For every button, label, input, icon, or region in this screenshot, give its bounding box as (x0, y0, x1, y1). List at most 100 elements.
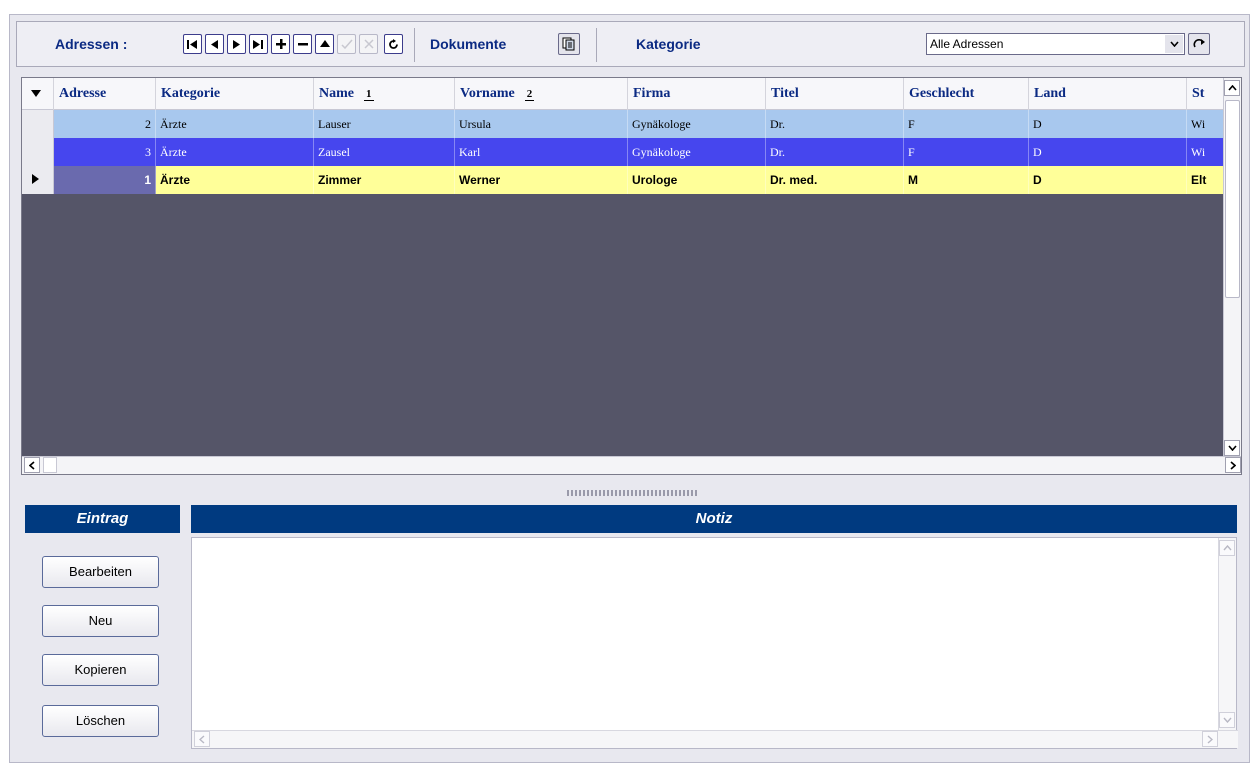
bearbeiten-button[interactable]: Bearbeiten (42, 556, 159, 588)
scroll-right-button[interactable] (1225, 457, 1241, 473)
post-button[interactable] (337, 34, 356, 54)
cell-land[interactable]: D (1029, 110, 1187, 138)
column-header-vorname-label: Vorname (460, 86, 515, 101)
cell-kategorie[interactable]: Ärzte (156, 138, 314, 166)
vertical-scroll-thumb[interactable] (1225, 100, 1240, 298)
previous-record-icon (211, 39, 218, 49)
cell-vorname[interactable]: Ursula (455, 110, 628, 138)
notiz-scroll-left-button[interactable] (194, 731, 210, 747)
loeschen-button[interactable]: Löschen (42, 705, 159, 737)
notiz-scroll-up-button[interactable] (1219, 540, 1235, 556)
cell-vorname[interactable]: Werner (455, 166, 628, 194)
last-record-button[interactable] (249, 34, 268, 54)
row-indicator[interactable] (22, 138, 54, 166)
eintrag-panel-title: Eintrag (25, 505, 180, 533)
refresh-icon (389, 38, 398, 49)
cell-firma[interactable]: Gynäkologe (628, 110, 766, 138)
cell-adresse[interactable]: 3 (54, 138, 156, 166)
cell-kategorie[interactable]: Ärzte (156, 110, 314, 138)
address-grid: Adresse Kategorie Name 1 Vorname 2 Firma T… (21, 77, 1242, 475)
post-icon (340, 39, 353, 49)
first-record-icon (187, 39, 197, 49)
scroll-down-button[interactable] (1224, 440, 1240, 456)
cell-name[interactable]: Lauser (314, 110, 455, 138)
column-header-land[interactable]: Land (1029, 78, 1187, 110)
notiz-scroll-down-button[interactable] (1219, 712, 1235, 728)
refresh-button[interactable] (384, 34, 403, 54)
column-menu-button[interactable] (22, 78, 54, 110)
cell-land[interactable]: D (1029, 138, 1187, 166)
current-row-pointer-icon (32, 174, 39, 184)
cell-strasse[interactable]: Elt (1187, 166, 1224, 194)
cell-strasse[interactable]: Wi (1187, 110, 1224, 138)
cell-adresse[interactable]: 2 (54, 110, 156, 138)
edit-record-button[interactable] (315, 34, 334, 54)
next-record-icon (233, 39, 240, 49)
delete-record-icon (297, 43, 308, 46)
delete-record-button[interactable] (293, 34, 312, 54)
toolbar: Adressen : Dokumente Kategorie Alle Adre… (16, 21, 1245, 67)
triangle-down-icon (31, 90, 41, 97)
row-indicator[interactable] (22, 110, 54, 138)
cell-kategorie[interactable]: Ärzte (156, 166, 314, 194)
kategorie-dropdown-button[interactable] (1165, 35, 1183, 53)
kategorie-label: Kategorie (636, 36, 701, 52)
column-header-geschlecht[interactable]: Geschlecht (904, 78, 1029, 110)
add-record-button[interactable] (271, 34, 290, 54)
notiz-text (192, 538, 1236, 546)
column-header-vorname[interactable]: Vorname 2 (455, 78, 628, 110)
cell-vorname[interactable]: Karl (455, 138, 628, 166)
app-window: Adressen : Dokumente Kategorie Alle Adre… (9, 14, 1250, 763)
column-header-strasse[interactable]: St (1187, 78, 1224, 110)
grid-horizontal-scrollbar[interactable] (22, 456, 1241, 474)
notiz-textarea[interactable] (191, 537, 1238, 749)
kopieren-button[interactable]: Kopieren (42, 654, 159, 686)
cell-geschlecht[interactable]: F (904, 138, 1029, 166)
cell-titel[interactable]: Dr. med. (766, 166, 904, 194)
documents-button[interactable] (558, 33, 580, 55)
table-row[interactable]: 2 Ärzte Lauser Ursula Gynäkologe Dr. F D… (22, 110, 1224, 138)
horizontal-scroll-thumb[interactable] (43, 457, 57, 473)
cell-geschlecht[interactable]: M (904, 166, 1029, 194)
cell-strasse[interactable]: Wi (1187, 138, 1224, 166)
grid-vertical-scrollbar[interactable] (1223, 78, 1241, 458)
notiz-horizontal-scrollbar[interactable] (192, 730, 1238, 748)
column-header-kategorie[interactable]: Kategorie (156, 78, 314, 110)
refresh-category-button[interactable] (1188, 33, 1210, 55)
scroll-up-button[interactable] (1224, 80, 1240, 96)
neu-button[interactable]: Neu (42, 605, 159, 637)
cell-adresse[interactable]: 1 (54, 166, 156, 194)
chevron-up-icon (1222, 545, 1232, 551)
cell-name[interactable]: Zausel (314, 138, 455, 166)
kategorie-select-value: Alle Adressen (930, 37, 1004, 51)
column-header-adresse[interactable]: Adresse (54, 78, 156, 110)
column-header-name[interactable]: Name 1 (314, 78, 455, 110)
first-record-button[interactable] (183, 34, 202, 54)
column-header-firma[interactable]: Firma (628, 78, 766, 110)
cell-firma[interactable]: Gynäkologe (628, 138, 766, 166)
edit-record-icon (319, 40, 330, 47)
grid-header: Adresse Kategorie Name 1 Vorname 2 Firma T… (22, 78, 1224, 110)
notiz-scroll-right-button[interactable] (1202, 731, 1218, 747)
row-indicator[interactable] (22, 166, 54, 194)
chevron-down-icon (1169, 41, 1179, 47)
kategorie-select[interactable]: Alle Adressen (926, 33, 1185, 55)
cell-land[interactable]: D (1029, 166, 1187, 194)
cell-titel[interactable]: Dr. (766, 138, 904, 166)
cancel-button[interactable] (359, 34, 378, 54)
notiz-vertical-scrollbar[interactable] (1218, 538, 1236, 730)
table-row-current[interactable]: 1 Ärzte Zimmer Werner Urologe Dr. med. M… (22, 166, 1224, 194)
table-row[interactable]: 3 Ärzte Zausel Karl Gynäkologe Dr. F D W… (22, 138, 1224, 166)
previous-record-button[interactable] (205, 34, 224, 54)
splitter-handle[interactable] (567, 490, 697, 496)
next-record-button[interactable] (227, 34, 246, 54)
dokumente-label: Dokumente (430, 36, 507, 52)
scroll-left-button[interactable] (24, 457, 40, 473)
documents-icon (562, 37, 575, 51)
cell-name[interactable]: Zimmer (314, 166, 455, 194)
cell-geschlecht[interactable]: F (904, 110, 1029, 138)
column-header-titel[interactable]: Titel (766, 78, 904, 110)
cancel-icon (363, 39, 374, 49)
cell-titel[interactable]: Dr. (766, 110, 904, 138)
cell-firma[interactable]: Urologe (628, 166, 766, 194)
